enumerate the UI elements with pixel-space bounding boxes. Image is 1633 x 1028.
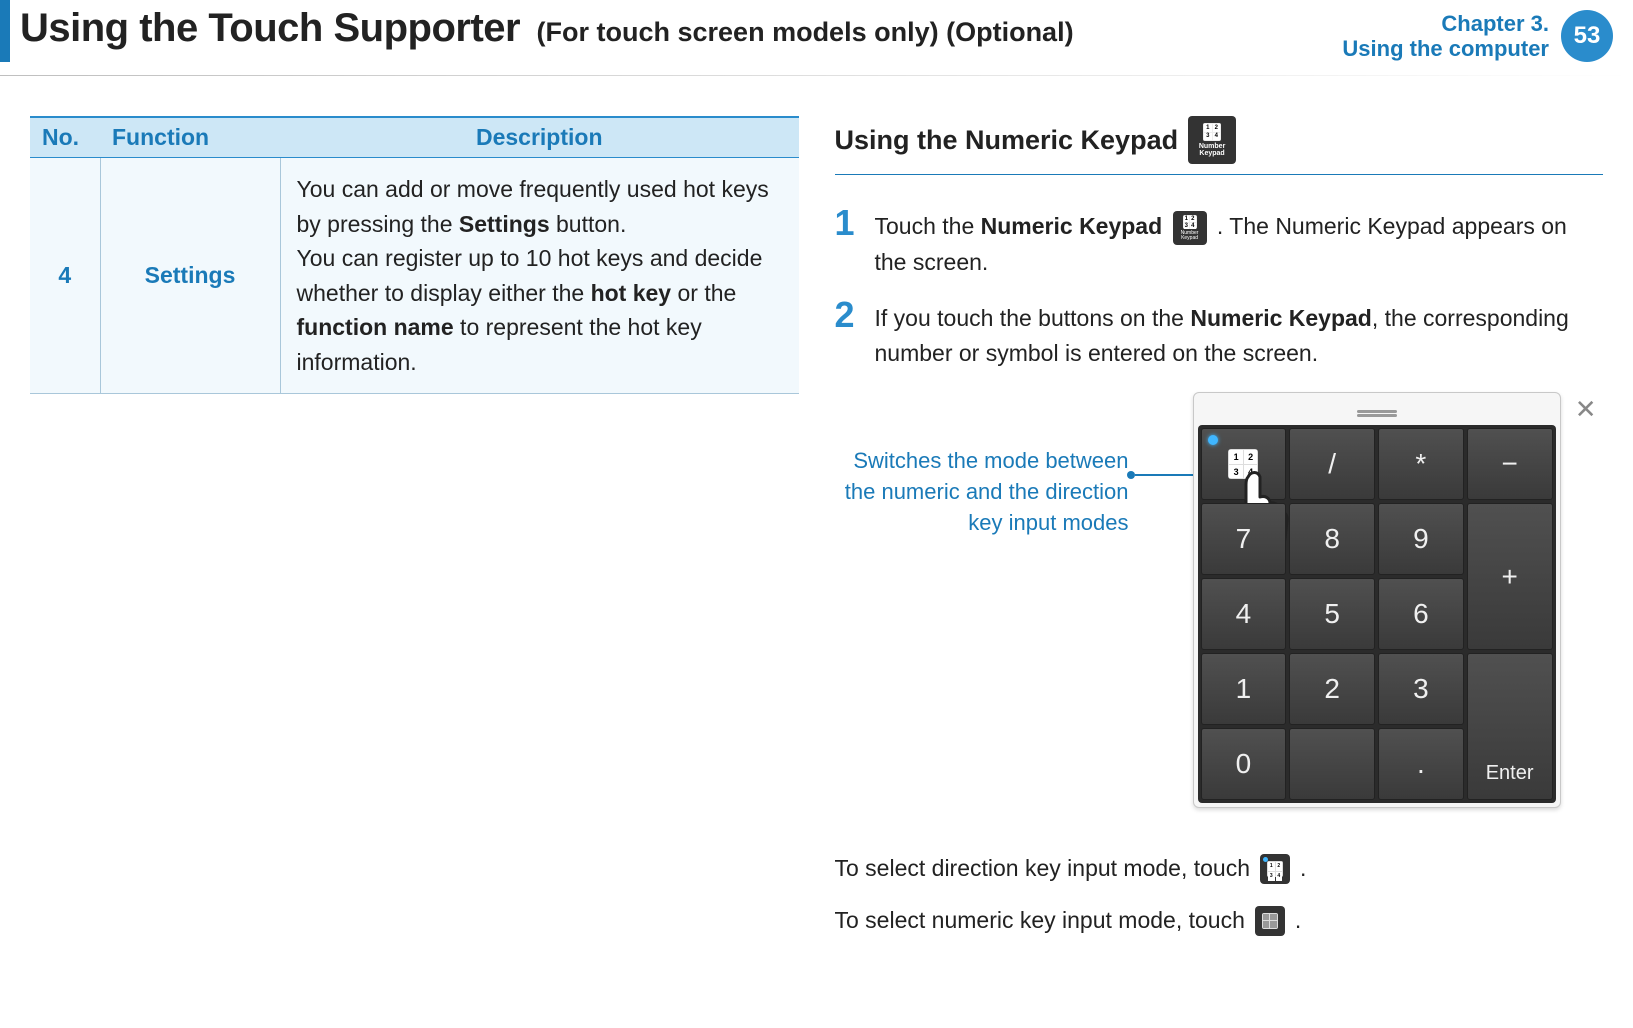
page-header: Using the Touch Supporter (For touch scr… <box>0 0 1633 76</box>
key-8[interactable]: 8 <box>1289 503 1375 575</box>
key-1[interactable]: 1 <box>1201 653 1287 725</box>
key-5[interactable]: 5 <box>1289 578 1375 650</box>
keypad-frame: 1234 / * − 7 8 9 + 4 5 <box>1193 392 1561 808</box>
step-1: 1 Touch the Numeric Keypad 1234 Number K… <box>835 209 1604 279</box>
key-4[interactable]: 4 <box>1201 578 1287 650</box>
key-enter[interactable]: Enter <box>1467 653 1553 800</box>
table-row: 4 Settings You can add or move frequentl… <box>30 158 799 394</box>
mode-led-icon <box>1208 435 1218 445</box>
header-accent-bar <box>0 0 10 62</box>
page-number-badge: 53 <box>1561 10 1613 62</box>
keypad-grid-icon: 1234 <box>1183 215 1197 229</box>
key-9[interactable]: 9 <box>1378 503 1464 575</box>
key-divide[interactable]: / <box>1289 428 1375 500</box>
step-1-text: Touch the Numeric Keypad 1234 Number Key… <box>875 209 1604 279</box>
step-2: 2 If you touch the buttons on the Numeri… <box>835 301 1604 370</box>
section-heading-text: Using the Numeric Keypad <box>835 125 1179 156</box>
numeric-mode-icon <box>1255 906 1285 936</box>
key-blank[interactable] <box>1289 728 1375 800</box>
key-0[interactable]: 0 <box>1201 728 1287 800</box>
col-header-description: Description <box>280 117 799 158</box>
close-icon[interactable]: ✕ <box>1575 394 1597 425</box>
key-multiply[interactable]: * <box>1378 428 1464 500</box>
step-number: 2 <box>835 297 861 370</box>
keypad-icon-label: Number Keypad <box>1188 143 1236 157</box>
header-right: Chapter 3. Using the computer 53 <box>1342 6 1613 62</box>
numeric-keypad-window: ✕ 1234 / * − 7 <box>1193 392 1561 808</box>
direction-mode-note: To select direction key input mode, touc… <box>835 848 1604 889</box>
section-heading: Using the Numeric Keypad 1234 Number Key… <box>835 116 1604 175</box>
mode-switch-callout: Switches the mode between the numeric an… <box>835 392 1135 538</box>
cell-description: You can add or move frequently used hot … <box>280 158 799 394</box>
chapter-line-1: Chapter 3. <box>1342 11 1549 36</box>
keypad-grid-icon: 1234 <box>1228 449 1258 479</box>
page-title-main: Using the Touch Supporter <box>20 6 520 50</box>
step-number: 1 <box>835 205 861 279</box>
keypad-grid-icon: 1234 <box>1267 861 1283 877</box>
functions-table: No. Function Description 4 Settings You … <box>30 116 799 394</box>
keypad-grid-icon: 1234 <box>1203 123 1221 141</box>
col-header-function: Function <box>100 117 280 158</box>
step-2-text: If you touch the buttons on the Numeric … <box>875 301 1604 370</box>
page-title-sub: (For touch screen models only) (Optional… <box>537 5 1074 47</box>
mode-toggle-key[interactable]: 1234 <box>1201 428 1287 500</box>
chapter-line-2: Using the computer <box>1342 36 1549 61</box>
desc-para-2: You can register up to 10 hot keys and d… <box>297 241 783 379</box>
left-column: No. Function Description 4 Settings You … <box>30 116 799 951</box>
key-minus[interactable]: − <box>1467 428 1553 500</box>
key-dot[interactable]: . <box>1378 728 1464 800</box>
key-6[interactable]: 6 <box>1378 578 1464 650</box>
numeric-keypad-icon: 1234 Number Keypad <box>1173 211 1207 245</box>
cell-function: Settings <box>100 158 280 394</box>
direction-mode-icon: 1234 <box>1260 854 1290 884</box>
keypad-grid-icon <box>1262 913 1278 929</box>
chapter-label: Chapter 3. Using the computer <box>1342 11 1549 62</box>
key-plus[interactable]: + <box>1467 503 1553 650</box>
desc-para-1: You can add or move frequently used hot … <box>297 172 783 241</box>
keypad-body: 1234 / * − 7 8 9 + 4 5 <box>1198 425 1556 803</box>
col-header-no: No. <box>30 117 100 158</box>
key-3[interactable]: 3 <box>1378 653 1464 725</box>
steps-list: 1 Touch the Numeric Keypad 1234 Number K… <box>835 209 1604 370</box>
numeric-mode-note: To select numeric key input mode, touch … <box>835 900 1604 941</box>
page-title: Using the Touch Supporter (For touch scr… <box>20 6 1074 51</box>
keypad-figure: Switches the mode between the numeric an… <box>835 392 1604 808</box>
keypad-drag-handle[interactable] <box>1198 397 1556 425</box>
key-2[interactable]: 2 <box>1289 653 1375 725</box>
content-area: No. Function Description 4 Settings You … <box>0 76 1633 951</box>
right-column: Using the Numeric Keypad 1234 Number Key… <box>835 116 1604 951</box>
key-7[interactable]: 7 <box>1201 503 1287 575</box>
callout-leader-line <box>1135 474 1193 476</box>
numeric-keypad-icon: 1234 Number Keypad <box>1188 116 1236 164</box>
cell-no: 4 <box>30 158 100 394</box>
